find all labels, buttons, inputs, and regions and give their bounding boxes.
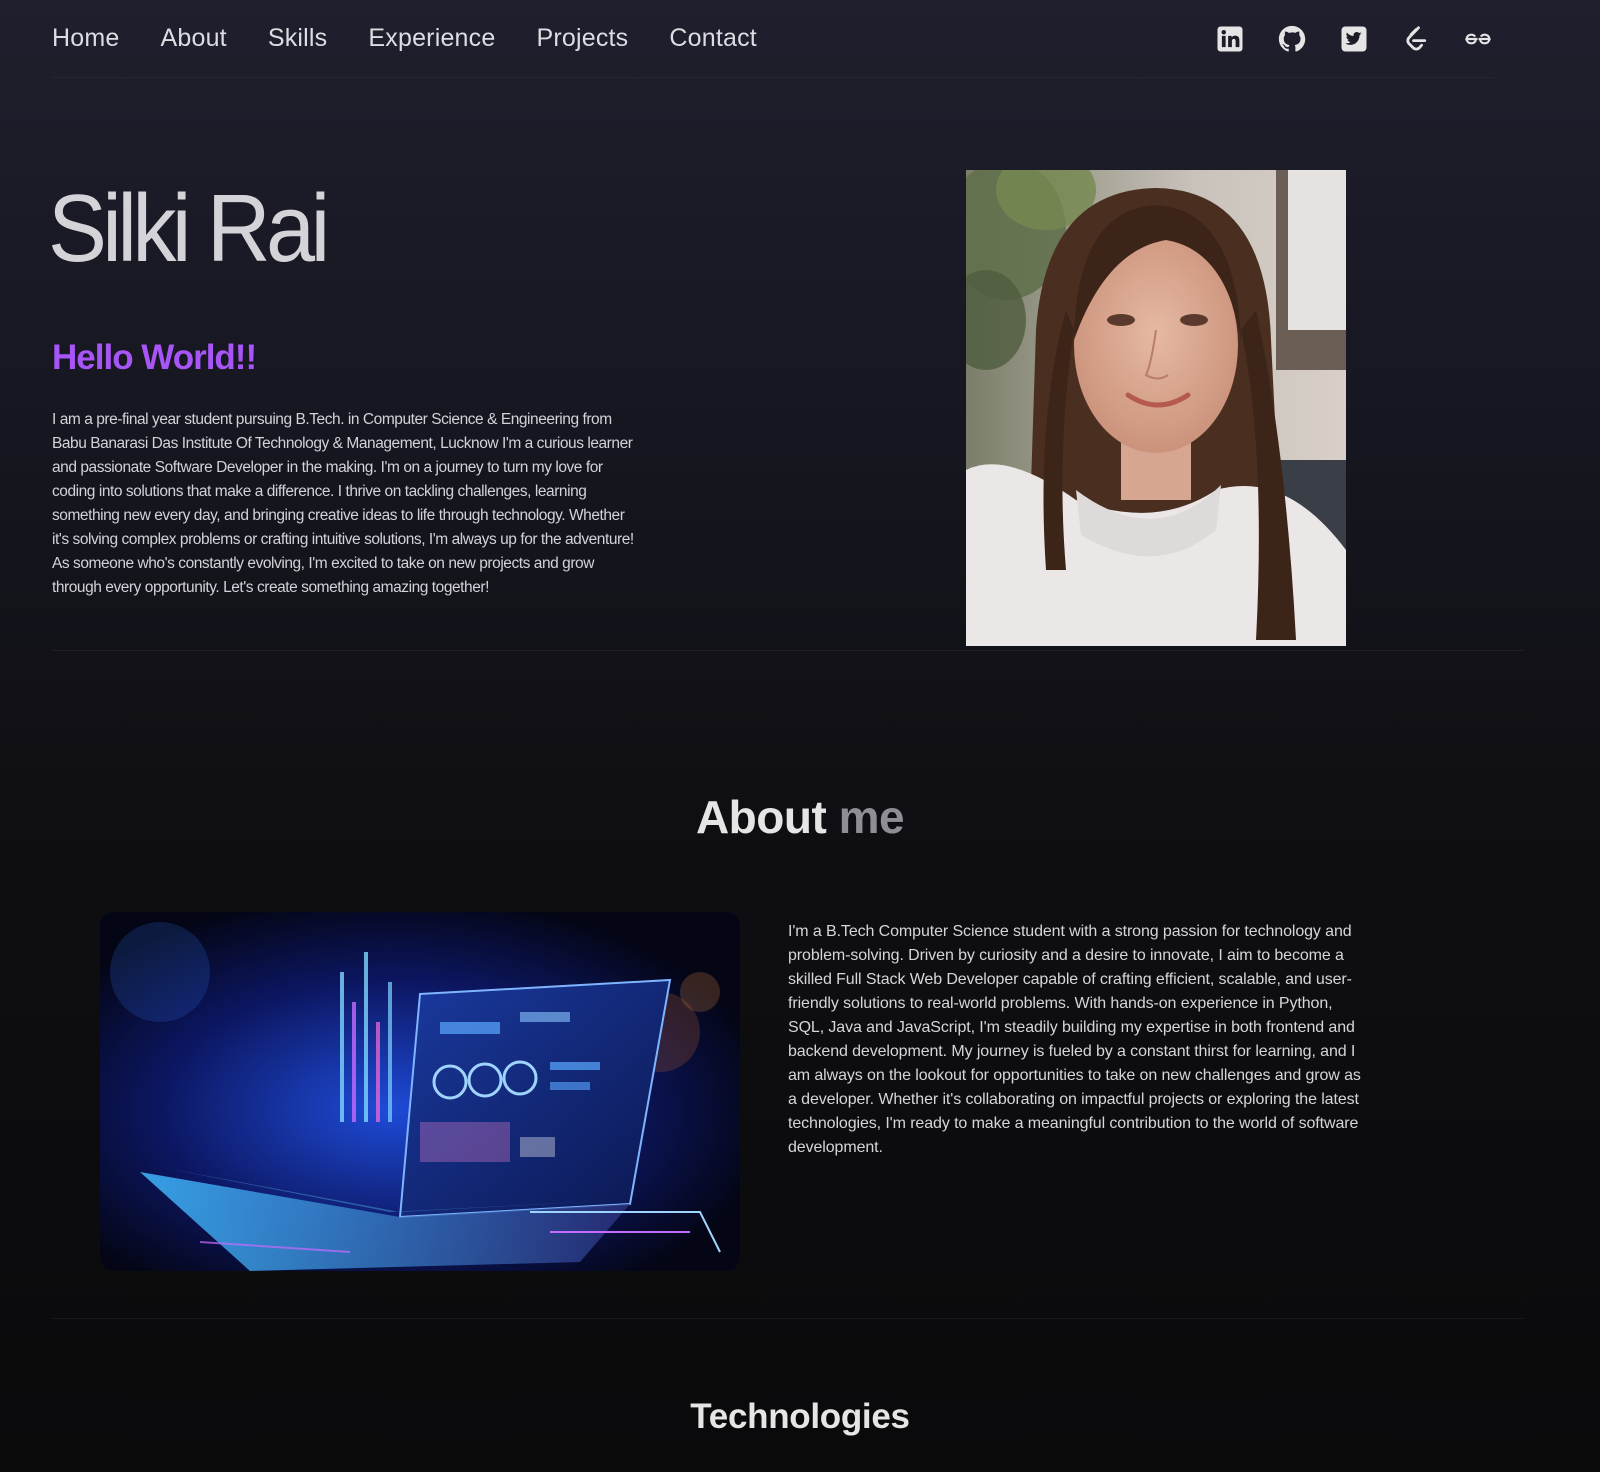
nav-link-about[interactable]: About	[161, 24, 227, 53]
nav-link-experience[interactable]: Experience	[368, 24, 495, 53]
hero-bio: I am a pre-final year student pursuing B…	[52, 411, 634, 596]
about-heading: About me	[0, 790, 1600, 844]
about-heading-main: About	[695, 791, 827, 843]
nav-links: Home About Skills Experience Projects Co…	[52, 24, 798, 53]
linkedin-icon[interactable]	[1214, 23, 1246, 55]
section-divider	[52, 1318, 1524, 1319]
twitter-icon[interactable]	[1338, 23, 1370, 55]
nav-link-projects[interactable]: Projects	[536, 24, 628, 53]
github-icon[interactable]	[1276, 23, 1308, 55]
about-heading-muted: me	[838, 791, 905, 843]
social-icons	[1214, 23, 1494, 55]
about-text: I'm a B.Tech Computer Science student wi…	[788, 923, 1361, 1156]
about-laptop-image	[100, 912, 740, 1271]
leetcode-icon[interactable]	[1400, 23, 1432, 55]
nav-link-contact[interactable]: Contact	[669, 24, 757, 53]
technologies-heading: Technologies	[690, 1397, 910, 1436]
nav-link-home[interactable]: Home	[52, 24, 120, 53]
geeksforgeeks-icon[interactable]	[1462, 23, 1494, 55]
profile-photo	[966, 170, 1346, 646]
top-navbar: Home About Skills Experience Projects Co…	[52, 0, 1494, 78]
nav-link-skills[interactable]: Skills	[268, 24, 328, 53]
section-divider	[52, 650, 1524, 651]
hero-section: Silki Rai Hello World!! I am a pre-final…	[48, 160, 1524, 650]
hero-greeting: Hello World!!	[52, 338, 257, 377]
hero-name: Silki Rai	[48, 175, 330, 282]
